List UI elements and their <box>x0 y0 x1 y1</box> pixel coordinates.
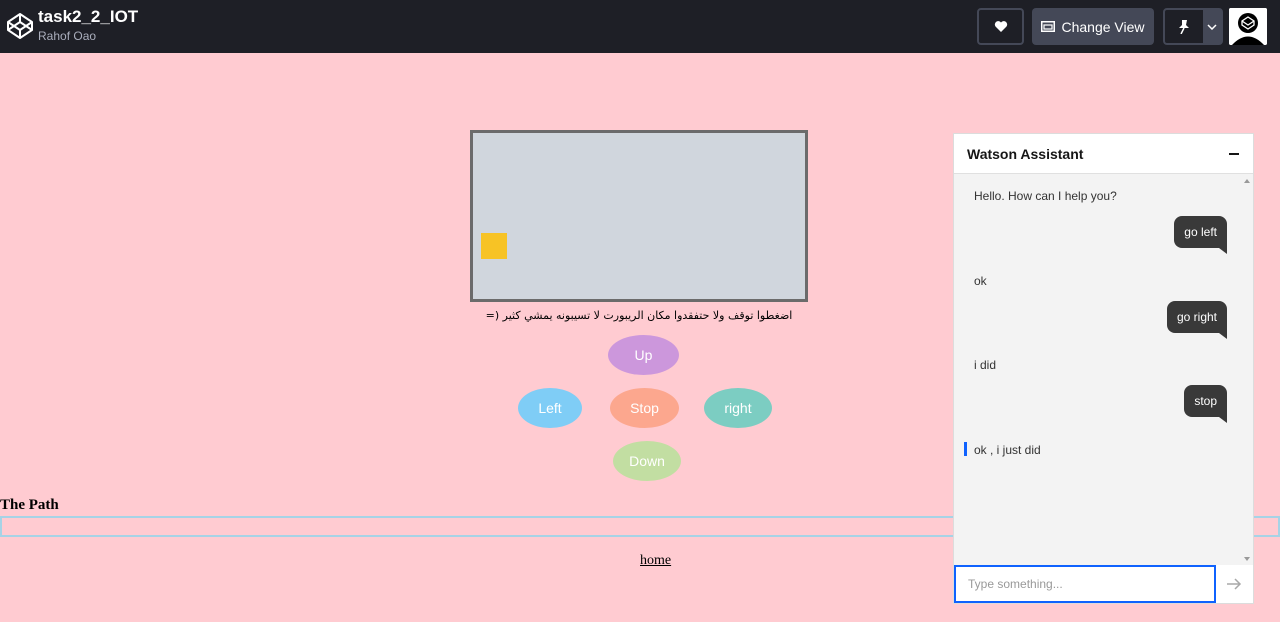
bot-message: ok , i just did <box>974 443 1041 457</box>
watson-assistant-panel: Watson Assistant Hello. How can I help y… <box>953 133 1254 604</box>
home-link[interactable]: home <box>640 553 671 569</box>
scroll-up-icon[interactable] <box>1244 179 1250 183</box>
change-view-label: Change View <box>1061 18 1145 35</box>
codepen-logo-icon[interactable] <box>6 12 34 40</box>
heart-icon <box>994 21 1007 32</box>
top-bar: task2_2_IOT Rahof Oao Change View <box>0 0 1280 53</box>
robot-canvas <box>470 130 808 302</box>
user-message: go left <box>1174 216 1227 254</box>
right-button[interactable]: right <box>704 388 772 428</box>
pin-button-group[interactable] <box>1163 8 1223 45</box>
pin-dropdown-button[interactable] <box>1203 10 1221 43</box>
watson-header: Watson Assistant <box>954 134 1253 174</box>
bot-message: i did <box>974 358 997 372</box>
user-message: go right <box>1166 301 1228 339</box>
left-button[interactable]: Left <box>518 388 582 428</box>
bot-message: Hello. How can I help you? <box>974 189 1117 203</box>
bot-message: ok <box>974 274 987 288</box>
change-view-button[interactable]: Change View <box>1032 8 1154 45</box>
path-heading: The Path <box>0 497 59 513</box>
scroll-down-icon[interactable] <box>1244 557 1250 561</box>
send-icon[interactable] <box>1224 574 1244 594</box>
stop-button[interactable]: Stop <box>610 388 679 428</box>
pin-icon <box>1179 19 1189 34</box>
layout-icon <box>1041 21 1056 32</box>
watson-title: Watson Assistant <box>967 146 1084 162</box>
message-scrollbar[interactable] <box>1241 175 1253 565</box>
avatar-icon <box>1229 8 1267 45</box>
down-button[interactable]: Down <box>613 441 681 481</box>
chat-input[interactable] <box>954 565 1216 603</box>
chevron-down-icon <box>1207 23 1217 30</box>
robot <box>481 233 507 259</box>
instruction-text: اضغطوا توقف ولا حتفقدوا مكان الريبورت لا… <box>485 309 793 322</box>
user-message: stop <box>1184 385 1227 423</box>
pen-title[interactable]: task2_2_IOT <box>38 7 138 27</box>
pen-author[interactable]: Rahof Oao <box>38 29 96 43</box>
chat-input-row <box>954 565 1253 603</box>
message-list[interactable]: Hello. How can I help you? go left ok go… <box>954 175 1241 565</box>
minimize-icon[interactable] <box>1229 153 1239 155</box>
up-button[interactable]: Up <box>608 335 679 375</box>
avatar[interactable] <box>1229 8 1267 45</box>
heart-button[interactable] <box>977 8 1024 45</box>
pin-button[interactable] <box>1165 10 1203 43</box>
latest-message-marker <box>964 442 967 456</box>
